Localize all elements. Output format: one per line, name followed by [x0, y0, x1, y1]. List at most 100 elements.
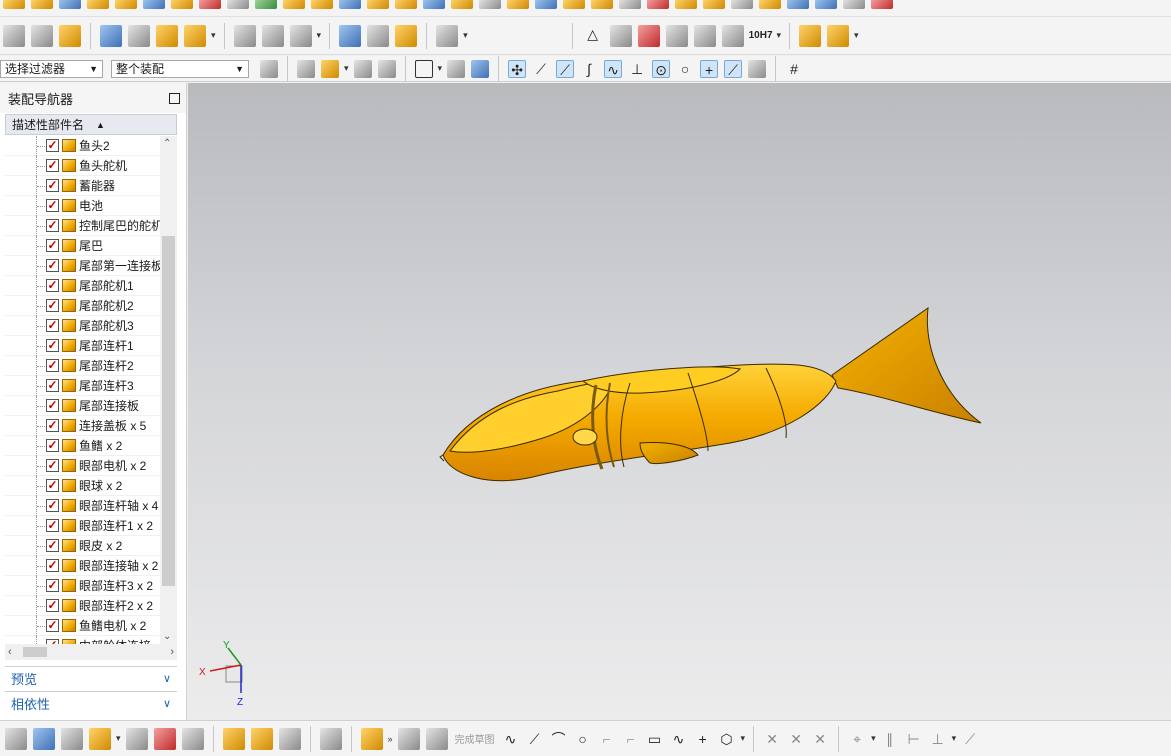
circle-icon[interactable]: ○: [574, 730, 592, 748]
tree-row[interactable]: ✓ 尾部连杆2: [5, 356, 160, 376]
graphics-viewport[interactable]: Y X Z: [188, 83, 1171, 720]
spring-icon[interactable]: [367, 24, 390, 47]
abc-icon[interactable]: [184, 24, 206, 47]
note-icon[interactable]: [59, 24, 81, 47]
dropdown-arrow-icon[interactable]: ▾: [463, 30, 468, 41]
layers-icon[interactable]: [3, 24, 25, 47]
scroll-thumb[interactable]: [23, 647, 47, 657]
visibility-checkbox[interactable]: ✓: [46, 439, 59, 452]
zoom-icon[interactable]: [5, 727, 27, 750]
ribbon-icon[interactable]: [115, 0, 137, 9]
explode-icon[interactable]: [181, 727, 204, 750]
dropdown-arrow-icon[interactable]: ▾: [344, 63, 349, 74]
constraint-icon[interactable]: [222, 727, 245, 750]
ribbon-icon[interactable]: [227, 0, 249, 9]
center-snap-icon[interactable]: ⊙: [652, 59, 671, 78]
arc-icon[interactable]: ⌒: [550, 730, 568, 748]
tree-row[interactable]: ✓ 眼部连杆1 x 2: [5, 516, 160, 536]
drawing-icon[interactable]: [693, 24, 716, 47]
intersection-snap-icon[interactable]: +: [700, 59, 719, 78]
ribbon-icon[interactable]: [199, 0, 221, 9]
tree-row[interactable]: ✓ 控制尾巴的舵机: [5, 216, 160, 236]
surface-icon[interactable]: [233, 24, 256, 47]
fit-tolerance-label[interactable]: 10H7: [749, 27, 773, 45]
ribbon-icon[interactable]: [871, 0, 893, 9]
dropdown-arrow-icon[interactable]: ▾: [777, 30, 782, 41]
visibility-checkbox[interactable]: ✓: [46, 219, 59, 232]
dropdown-arrow-icon[interactable]: ▾: [952, 733, 957, 744]
visibility-checkbox[interactable]: ✓: [46, 379, 59, 392]
stack-icon[interactable]: [31, 24, 53, 47]
tree-row[interactable]: ✓ 尾部连杆3: [5, 376, 160, 396]
fillet-icon[interactable]: ⌐: [598, 730, 616, 748]
visibility-checkbox[interactable]: ✓: [46, 199, 59, 212]
view-triad[interactable]: Y X Z: [199, 640, 243, 708]
polyline-icon[interactable]: ∿: [670, 730, 688, 748]
assembly-scope-select[interactable]: 整个装配 ▼: [111, 59, 249, 78]
assembly-constraint-icon[interactable]: [100, 24, 122, 47]
cylinder-icon[interactable]: [339, 24, 362, 47]
mirror-icon[interactable]: [153, 727, 176, 750]
view-icon[interactable]: [33, 727, 55, 750]
ribbon-icon[interactable]: [451, 0, 473, 9]
mesh-surface-icon[interactable]: [261, 24, 284, 47]
ribbon-icon[interactable]: [59, 0, 81, 9]
visibility-checkbox[interactable]: ✓: [46, 579, 59, 592]
tree-row[interactable]: ✓ 蓄能器: [5, 176, 160, 196]
line-end-snap-icon[interactable]: ⟋: [556, 59, 575, 78]
visibility-checkbox[interactable]: ✓: [46, 239, 59, 252]
trim-icon[interactable]: ✕: [763, 730, 781, 748]
dropdown-arrow-icon[interactable]: ▾: [854, 30, 859, 41]
ribbon-icon[interactable]: [423, 0, 445, 9]
ribbon-icon[interactable]: [787, 0, 809, 9]
visibility-checkbox[interactable]: ✓: [46, 419, 59, 432]
tool-icon[interactable]: [436, 24, 459, 47]
robot-fish-model[interactable]: [439, 306, 982, 482]
profile-icon[interactable]: ∿: [502, 730, 520, 748]
visibility-checkbox[interactable]: ✓: [46, 159, 59, 172]
constraint-sketch-icon[interactable]: ⊥: [929, 730, 947, 748]
visibility-checkbox[interactable]: ✓: [46, 139, 59, 152]
tree-row[interactable]: ✓ 眼球 x 2: [5, 476, 160, 496]
ribbon-icon[interactable]: [815, 0, 837, 9]
package-icon[interactable]: [319, 727, 342, 750]
ribbon-icon[interactable]: [535, 0, 557, 9]
scroll-thumb[interactable]: [162, 236, 175, 586]
parts-group-icon[interactable]: [827, 24, 850, 47]
chevron-down-icon[interactable]: ⌄: [163, 631, 171, 642]
chamfer-icon[interactable]: ⌐: [622, 730, 640, 748]
triangle-icon[interactable]: △: [582, 25, 604, 47]
ribbon-icon[interactable]: [675, 0, 697, 9]
parts-icon[interactable]: [250, 727, 273, 750]
tree-row[interactable]: ✓中部舱体连接: [5, 636, 160, 644]
spline-snap-icon[interactable]: ∿: [604, 59, 623, 78]
tree-row[interactable]: ✓ 尾部舵机1: [5, 276, 160, 296]
tree-row[interactable]: ✓ 尾部舵机2: [5, 296, 160, 316]
rectangle-icon[interactable]: ▭: [646, 730, 664, 748]
visibility-checkbox[interactable]: ✓: [46, 399, 59, 412]
ribbon-icon[interactable]: [395, 0, 417, 9]
dimension-icon[interactable]: ⊢: [905, 730, 923, 748]
sketch-icon[interactable]: [397, 727, 420, 750]
tree-horizontal-scrollbar[interactable]: ‹ ›: [5, 644, 177, 660]
point-snap-icon[interactable]: ✣: [508, 59, 527, 78]
ribbon-icon[interactable]: [647, 0, 669, 9]
tree-row[interactable]: ✓ 鱼鳍 x 2: [5, 436, 160, 456]
tree-row[interactable]: ✓ 尾部连杆1: [5, 336, 160, 356]
snap-end-icon[interactable]: [353, 59, 372, 78]
parts-icon[interactable]: [799, 24, 822, 47]
dependencies-panel[interactable]: 相依性 ∨: [5, 691, 177, 715]
tree-row[interactable]: ✓ 连接盖板 x 5: [5, 416, 160, 436]
chevron-up-icon[interactable]: ⌃: [163, 138, 171, 149]
tree-row[interactable]: ✓ 鱼头舵机: [5, 156, 160, 176]
quadrant-snap-icon[interactable]: ○: [676, 60, 694, 78]
maximize-icon[interactable]: [169, 92, 180, 104]
tree-row[interactable]: ✓ 尾巴: [5, 236, 160, 256]
offset-icon[interactable]: ⌖: [848, 730, 866, 748]
dropdown-arrow-icon[interactable]: ▾: [871, 733, 876, 744]
tree-row[interactable]: ✓ 眼部连接轴 x 2: [5, 556, 160, 576]
dropdown-arrow-icon[interactable]: ▾: [317, 30, 322, 41]
snap-icon[interactable]: [297, 59, 315, 78]
tangent-snap-icon[interactable]: ⟋: [724, 59, 743, 78]
visibility-checkbox[interactable]: ✓: [46, 179, 59, 192]
